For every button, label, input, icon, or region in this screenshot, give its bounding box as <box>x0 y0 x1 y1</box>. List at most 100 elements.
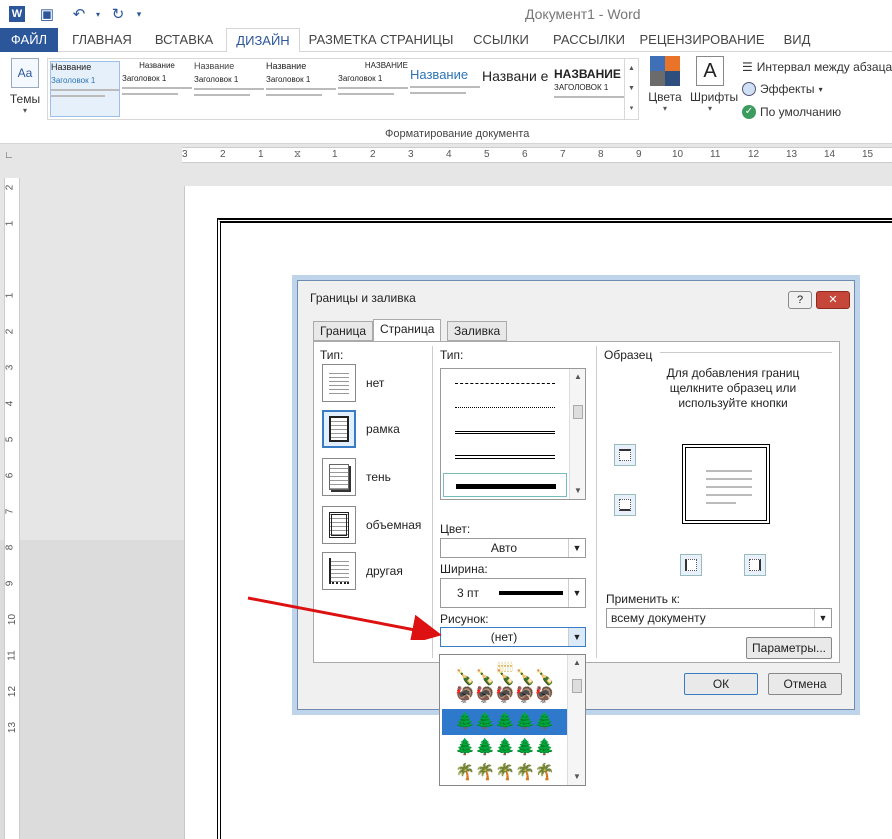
preview-hint: Для добавления границ щелкните образец и… <box>666 366 800 410</box>
tab-shading[interactable]: Заливка <box>447 321 508 341</box>
ribbon-tabs: ФАЙЛ ГЛАВНАЯ ВСТАВКА ДИЗАЙН РАЗМЕТКА СТР… <box>0 28 892 53</box>
tab-insert[interactable]: ВСТАВКА <box>146 28 222 52</box>
tab-home[interactable]: ГЛАВНАЯ <box>63 28 141 52</box>
style-set-item[interactable]: Название <box>410 61 480 117</box>
color-select[interactable]: Авто ▼ <box>440 538 586 558</box>
tab-page-border[interactable]: Страница <box>373 319 442 342</box>
line-style-selected[interactable] <box>443 473 567 497</box>
top-border-button[interactable] <box>614 444 636 466</box>
setting-box-icon <box>322 410 356 448</box>
style-set-item[interactable]: Названи е <box>482 61 552 117</box>
style-set-item[interactable]: Название Заголовок 1 <box>50 61 120 117</box>
tab-selector-icon[interactable]: ∟ <box>4 150 16 162</box>
options-button[interactable]: Параметры... <box>746 637 832 659</box>
width-label: Ширина: <box>440 562 488 576</box>
tab-review[interactable]: РЕЦЕНЗИРОВАНИЕ <box>638 28 766 52</box>
art-option[interactable]: 🦃🦃🦃🦃🦃 <box>442 683 568 709</box>
scroll-thumb[interactable] <box>573 405 583 419</box>
art-select[interactable]: (нет) ▼ <box>440 627 586 647</box>
tab-design[interactable]: ДИЗАЙН <box>226 28 300 53</box>
indent-marker-icon[interactable]: ⧖ <box>294 149 301 160</box>
width-select[interactable]: 3 пт ▼ <box>440 578 586 608</box>
gallery-down-icon[interactable]: ▼ <box>625 79 638 99</box>
apply-to-select[interactable]: всему документу ▼ <box>606 608 832 628</box>
tab-file[interactable]: ФАЙЛ <box>0 28 58 52</box>
preview-label: Образец <box>604 348 653 362</box>
chevron-down-icon[interactable]: ▼ <box>568 579 585 607</box>
gallery-scrollbar[interactable]: ▲ ▼ ▾ <box>624 59 638 119</box>
left-border-button[interactable] <box>680 554 702 576</box>
style-set-item[interactable]: НАЗВАНИЕ ЗАГОЛОВОК 1 <box>554 61 624 117</box>
line-style-item[interactable] <box>455 407 555 408</box>
ribbon: Aa Темы ▾ Название Заголовок 1 Название … <box>0 52 892 144</box>
style-set-item[interactable]: Название Заголовок 1 <box>122 61 192 117</box>
tab-page-layout[interactable]: РАЗМЕТКА СТРАНИЦЫ <box>304 28 458 52</box>
style-set-item[interactable]: Название Заголовок 1 <box>266 61 336 117</box>
chevron-down-icon: ▾ <box>707 104 712 113</box>
effects-button[interactable]: Эффекты ▾ <box>742 80 823 98</box>
style-label: Тип: <box>440 348 464 362</box>
scroll-up-icon[interactable]: ▲ <box>570 369 585 385</box>
apply-to-label: Применить к: <box>606 592 680 606</box>
scroll-thumb[interactable] <box>572 679 582 693</box>
line-style-item[interactable] <box>455 383 555 384</box>
line-style-item[interactable] <box>455 455 555 459</box>
fonts-icon: A <box>696 56 724 86</box>
scroll-up-icon[interactable]: ▲ <box>568 655 585 671</box>
style-set-item[interactable]: НАЗВАНИЕ Заголовок 1 <box>338 61 408 117</box>
line-style-item[interactable] <box>455 431 555 434</box>
right-border-button[interactable] <box>744 554 766 576</box>
art-dropdown-list[interactable]: 🕯🕯🕯🕯🕯 🍾🍾🍾🍾🍾 🦃🦃🦃🦃🦃 🌲🌲🌲🌲🌲 🌲🌲🌲🌲🌲 🌴🌴🌴🌴🌴 ▲ ▼ <box>439 654 586 786</box>
scroll-down-icon[interactable]: ▼ <box>570 483 585 499</box>
scroll-down-icon[interactable]: ▼ <box>568 769 585 785</box>
style-scrollbar[interactable]: ▲ ▼ <box>569 369 585 499</box>
fonts-button[interactable]: A Шрифты ▾ <box>690 56 738 113</box>
close-button[interactable]: ✕ <box>816 291 850 309</box>
border-preview[interactable] <box>674 436 778 532</box>
paragraph-spacing-icon: ☰ <box>742 60 753 74</box>
customize-icon[interactable]: ▾ <box>128 3 150 25</box>
gallery-more-icon[interactable]: ▾ <box>625 99 638 119</box>
tab-references[interactable]: ССЫЛКИ <box>462 28 540 52</box>
themes-label: Темы <box>9 92 41 106</box>
themes-button[interactable]: Aa Темы ▾ <box>6 56 44 136</box>
setting-label: Тип: <box>320 348 344 362</box>
setting-none-icon <box>322 364 356 402</box>
line-style-list[interactable]: ▲ ▼ <box>440 368 586 500</box>
chevron-down-icon[interactable]: ▼ <box>814 609 831 627</box>
chevron-down-icon[interactable]: ▼ <box>568 539 585 557</box>
tab-view[interactable]: ВИД <box>772 28 822 52</box>
colors-button[interactable]: Цвета ▾ <box>648 56 682 113</box>
art-scrollbar[interactable]: ▲ ▼ <box>567 655 585 785</box>
horizontal-ruler: ∟ 3 2 1 ⧖ 1 2 3 4 5 6 7 8 9 10 11 12 13 … <box>0 144 892 166</box>
style-set-item[interactable]: Название Заголовок 1 <box>194 61 264 117</box>
setting-shadow-icon <box>322 458 356 496</box>
chevron-down-icon: ▾ <box>662 104 667 113</box>
word-logo-icon: W <box>6 3 28 25</box>
save-icon[interactable]: ▣ <box>36 3 58 25</box>
chevron-down-icon[interactable]: ▼ <box>568 628 585 646</box>
art-option[interactable]: 🌴🌴🌴🌴🌴 <box>442 760 568 785</box>
paragraph-spacing-button[interactable]: ☰ Интервал между абзаца <box>742 58 892 76</box>
bottom-border-button[interactable] <box>614 494 636 516</box>
window-title: Документ1 - Word <box>525 6 641 22</box>
group-label: Форматирование документа <box>385 128 530 140</box>
setting-3d-icon <box>322 506 356 544</box>
check-icon: ✓ <box>742 105 756 119</box>
cancel-button[interactable]: Отмена <box>768 673 842 695</box>
tab-borders[interactable]: Граница <box>313 321 374 341</box>
gallery-up-icon[interactable]: ▲ <box>625 59 638 79</box>
ok-button[interactable]: ОК <box>684 673 758 695</box>
tab-mailings[interactable]: РАССЫЛКИ <box>544 28 634 52</box>
art-option[interactable]: 🌲🌲🌲🌲🌲 <box>442 735 568 761</box>
dialog-title: Границы и заливка <box>310 291 416 305</box>
undo-dropdown-icon[interactable]: ▾ <box>87 3 109 25</box>
redo-icon[interactable]: ↻ <box>107 3 129 25</box>
help-button[interactable]: ? <box>788 291 812 309</box>
borders-and-shading-dialog: Границы и заливка ? ✕ Граница Страница З… <box>297 280 855 710</box>
vertical-ruler: 2 1 1 2 3 4 5 6 7 8 9 10 11 12 13 <box>4 178 20 839</box>
setting-custom-icon <box>322 552 356 590</box>
set-default-button[interactable]: ✓ По умолчанию <box>742 103 841 121</box>
title-bar: W ▣ ↶ ▾ ↻ ▾ Документ1 - Word <box>0 0 892 28</box>
art-option-selected[interactable]: 🌲🌲🌲🌲🌲 <box>442 709 568 735</box>
